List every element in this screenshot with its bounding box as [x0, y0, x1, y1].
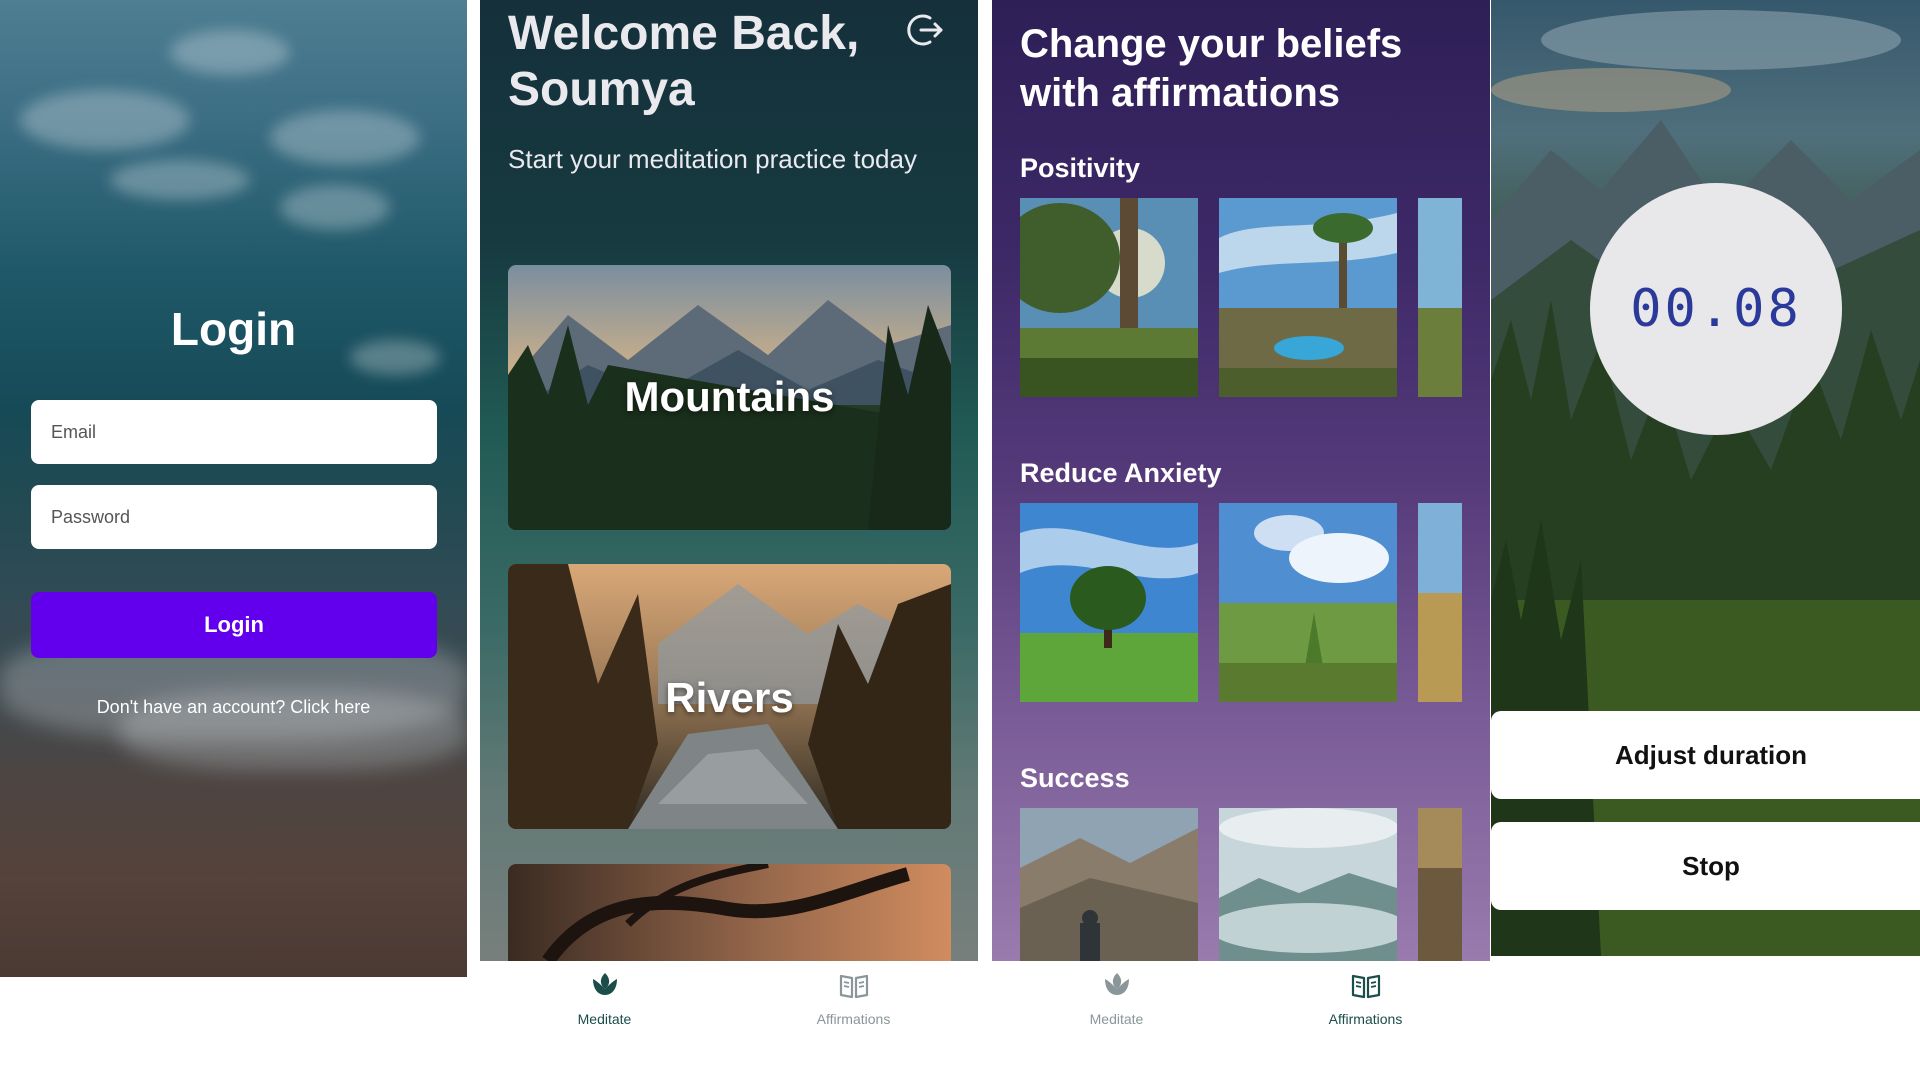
nav-tab-meditate[interactable]: Meditate — [992, 961, 1241, 1031]
affirmations-screen: Change your beliefs with affirmations Po… — [992, 0, 1490, 961]
section-title-success: Success — [1020, 763, 1130, 793]
nav-tab-affirmations[interactable]: Affirmations — [729, 961, 978, 1031]
login-screen: Login Login Don't have an account? Click… — [0, 0, 467, 977]
affirmation-thumb[interactable] — [1219, 503, 1397, 702]
section-title-positivity: Positivity — [1020, 153, 1141, 183]
affirmation-thumb[interactable] — [1020, 808, 1198, 961]
nav-tab-label: Affirmations — [816, 1011, 891, 1027]
affirmation-thumb[interactable] — [1418, 503, 1462, 702]
card-label: Mountains — [624, 373, 835, 420]
login-button[interactable]: Login — [31, 592, 437, 658]
bottom-nav-meditate-screen: Meditate Affirmations — [480, 961, 978, 1080]
affirmation-thumb[interactable] — [1219, 198, 1397, 397]
lotus-icon — [593, 973, 617, 995]
bottom-nav-affirmations-screen: Meditate Affirmations — [992, 961, 1490, 1080]
affirmations-headline: Change your beliefs with affirmations — [1020, 22, 1403, 115]
category-card-forest[interactable] — [508, 864, 951, 961]
affirmation-thumb[interactable] — [1219, 808, 1397, 961]
email-field[interactable] — [31, 400, 437, 464]
affirmation-thumb[interactable] — [1020, 198, 1198, 397]
mountain-forest-background — [1491, 10, 1920, 956]
adjust-duration-button[interactable]: Adjust duration — [1491, 711, 1920, 799]
timer-screen: 00.08 Adjust duration Stop — [1491, 0, 1920, 956]
timer-display: 00.08 — [1590, 183, 1842, 435]
lotus-icon — [1105, 973, 1129, 995]
nav-tab-affirmations[interactable]: Affirmations — [1241, 961, 1490, 1031]
nav-tab-label: Meditate — [1089, 1011, 1144, 1027]
password-field[interactable] — [31, 485, 437, 549]
stop-button[interactable]: Stop — [1491, 822, 1920, 910]
category-card-rivers[interactable]: Rivers — [508, 564, 951, 829]
book-icon — [839, 974, 869, 999]
login-title: Login — [170, 303, 297, 355]
nav-tab-label: Meditate — [577, 1011, 632, 1027]
meditate-subtitle: Start your meditation practice today — [508, 144, 917, 174]
category-card-mountains[interactable]: Mountains — [508, 265, 951, 530]
forest-image — [508, 864, 951, 961]
signup-link[interactable]: Don't have an account? Click here — [0, 697, 467, 718]
affirmation-thumb[interactable] — [1418, 198, 1462, 397]
book-icon — [1351, 974, 1381, 999]
nav-tab-meditate[interactable]: Meditate — [480, 961, 729, 1031]
logout-icon[interactable] — [904, 10, 944, 50]
affirmation-thumb[interactable] — [1020, 503, 1198, 702]
nav-tab-label: Affirmations — [1328, 1011, 1403, 1027]
affirmation-thumb[interactable] — [1418, 808, 1462, 961]
card-label: Rivers — [665, 674, 794, 721]
welcome-heading: Welcome Back, Soumya — [508, 7, 860, 116]
meditate-screen: Welcome Back, Soumya Start your meditati… — [480, 0, 978, 961]
section-title-reduce-anxiety: Reduce Anxiety — [1020, 458, 1222, 488]
